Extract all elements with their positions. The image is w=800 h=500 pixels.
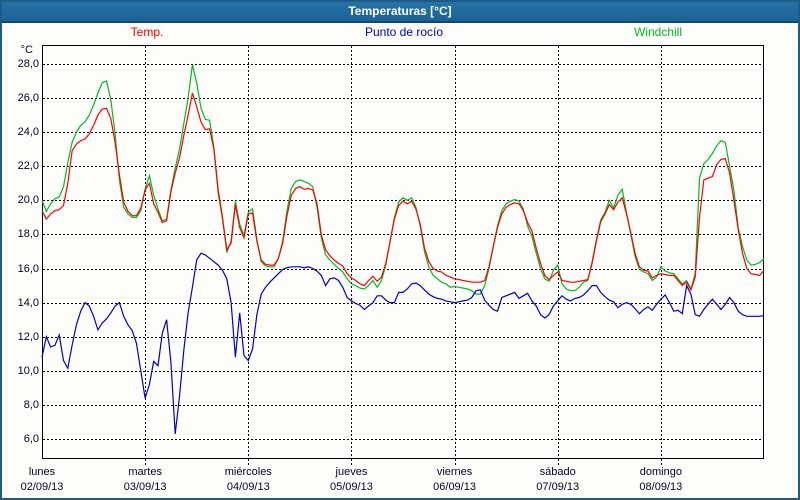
plot-border <box>43 46 764 459</box>
chart-window: Temperaturas [°C] Temp. Punto de rocío W… <box>0 0 800 500</box>
dew-point-line <box>42 253 764 434</box>
windchill-line <box>42 65 764 294</box>
temp-line <box>42 93 764 290</box>
plot-area <box>2 2 800 500</box>
